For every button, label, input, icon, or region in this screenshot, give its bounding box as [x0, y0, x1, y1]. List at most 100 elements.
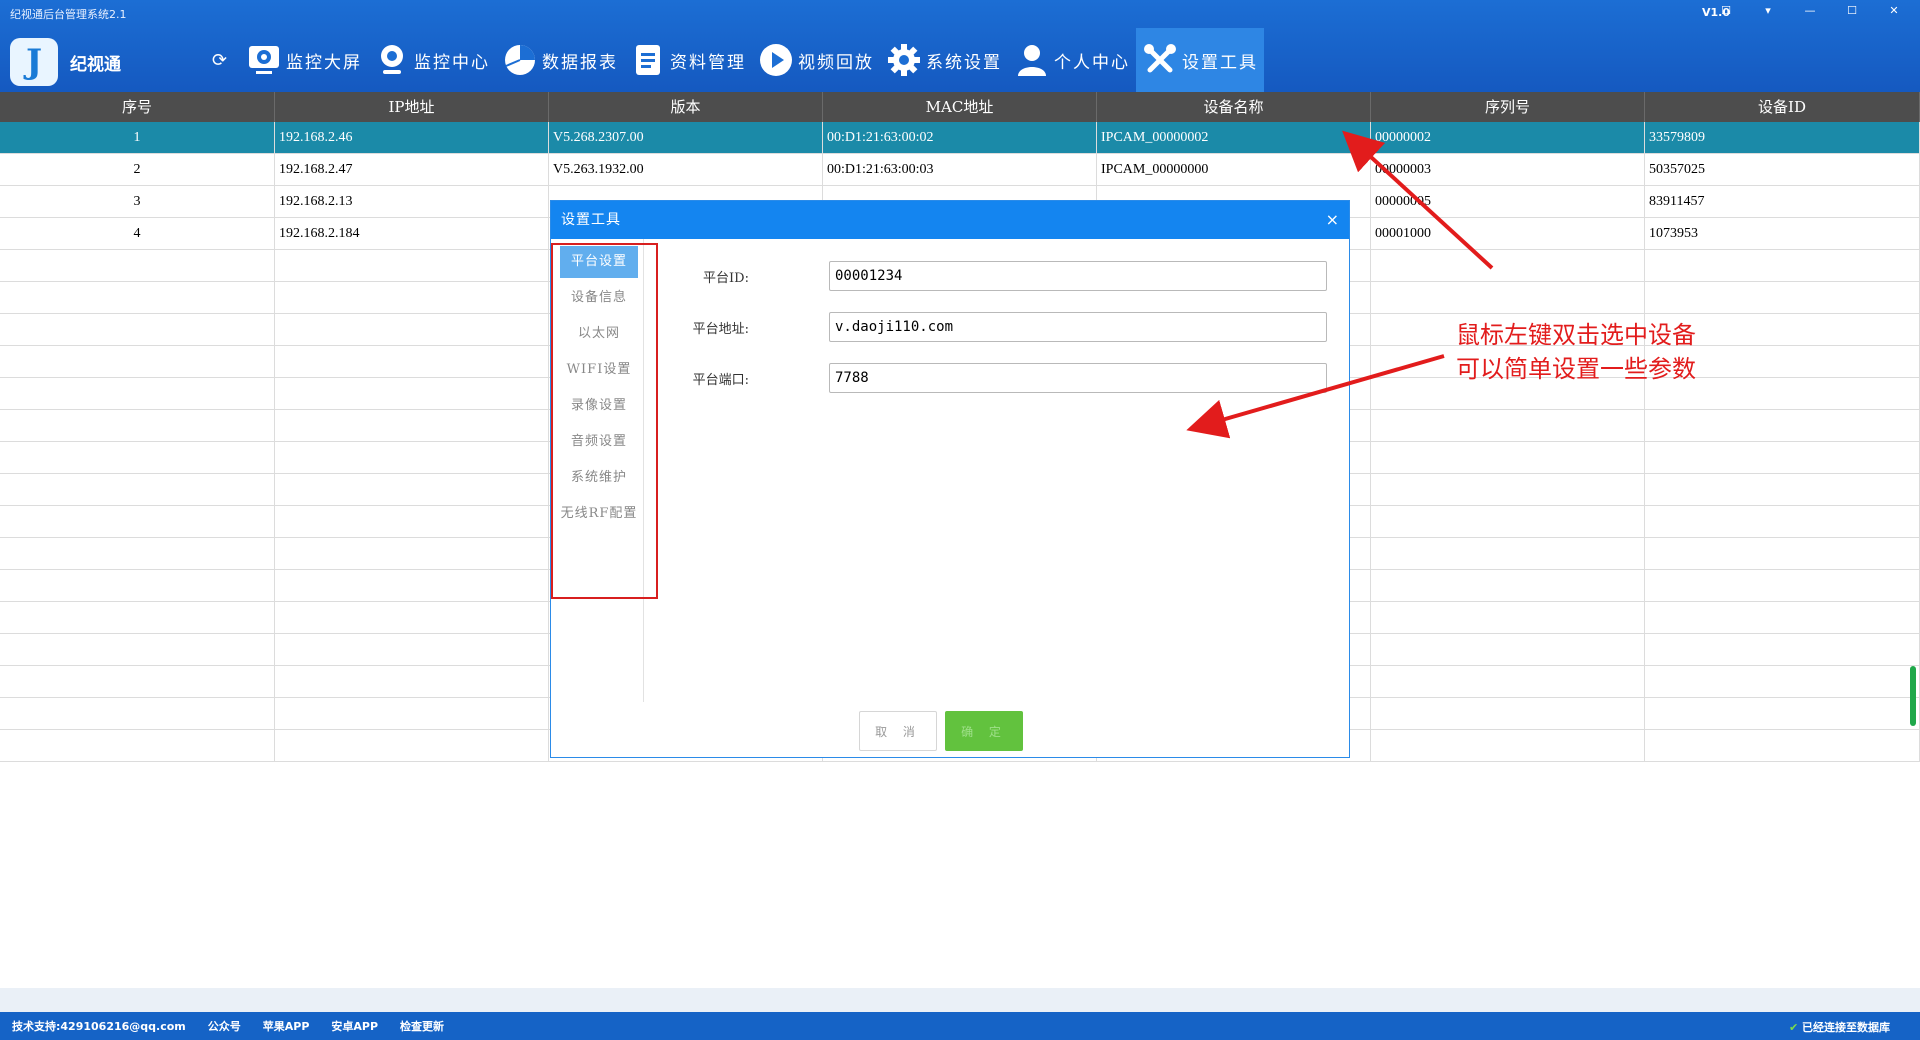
- table-row[interactable]: 1 192.168.2.46 V5.268.2307.00 00:D1:21:63:0…: [0, 122, 1920, 154]
- ios-app-link[interactable]: 苹果APP: [263, 1018, 310, 1034]
- nav-label: 监控大屏: [286, 52, 362, 73]
- nav-setup-tools[interactable]: 设置工具: [1136, 28, 1264, 92]
- table-cell: [1371, 410, 1645, 441]
- minimize-button[interactable]: —: [1790, 2, 1830, 20]
- col-header-device-name[interactable]: 设备名称: [1097, 92, 1371, 122]
- nav-personal-center[interactable]: 个人中心: [1008, 28, 1136, 92]
- logo-icon: J: [10, 38, 58, 86]
- table-cell: 4: [0, 218, 275, 249]
- refresh-icon[interactable]: ⟳: [212, 50, 227, 71]
- nav-label: 数据报表: [542, 52, 618, 73]
- nav-data-management[interactable]: 资料管理: [624, 28, 752, 92]
- table-cell: [1645, 474, 1920, 505]
- scrollbar-thumb[interactable]: [1910, 666, 1916, 726]
- table-cell: [0, 698, 275, 729]
- tab-recording-settings[interactable]: 录像设置: [560, 390, 638, 422]
- tab-audio-settings[interactable]: 音频设置: [560, 426, 638, 458]
- table-cell: [275, 442, 549, 473]
- platform-id-field[interactable]: [829, 261, 1327, 291]
- table-cell: 1: [0, 122, 275, 153]
- table-cell: [0, 314, 275, 345]
- col-header-ip[interactable]: IP地址: [275, 92, 549, 122]
- dialog-title: 设置工具: [551, 201, 1349, 239]
- confirm-button[interactable]: 确 定: [945, 711, 1023, 751]
- table-cell: [275, 410, 549, 441]
- table-cell: [275, 282, 549, 313]
- window-title: 纪视通后台管理系统2.1: [10, 8, 127, 21]
- skin-button[interactable]: ☐: [1706, 2, 1746, 20]
- col-header-device-id[interactable]: 设备ID: [1645, 92, 1920, 122]
- table-cell: [275, 378, 549, 409]
- table-cell: [1645, 282, 1920, 313]
- nav-monitor-screen[interactable]: 监控大屏: [240, 28, 368, 92]
- tab-wireless-rf[interactable]: 无线RF配置: [560, 498, 638, 530]
- col-header-serial[interactable]: 序列号: [1371, 92, 1645, 122]
- table-cell: 00:D1:21:63:00:03: [823, 154, 1097, 185]
- app-logo: J 纪视通: [10, 38, 121, 86]
- table-cell: [275, 602, 549, 633]
- table-cell: 2: [0, 154, 275, 185]
- nav-monitor-center[interactable]: 监控中心: [368, 28, 496, 92]
- table-cell: [0, 666, 275, 697]
- check-update-link[interactable]: 检查更新: [400, 1018, 444, 1034]
- table-cell: [1371, 282, 1645, 313]
- table-cell: [275, 250, 549, 281]
- db-connection-status: ✔ 已经连接至数据库: [1788, 1021, 1890, 1034]
- table-cell: [1645, 538, 1920, 569]
- document-icon: [636, 45, 660, 75]
- menu-button[interactable]: ▾: [1748, 2, 1788, 20]
- tab-platform-settings[interactable]: 平台设置: [560, 246, 638, 278]
- table-cell: [1645, 698, 1920, 729]
- table-cell: [0, 730, 275, 761]
- user-icon: [1018, 45, 1046, 76]
- play-icon: [760, 44, 792, 76]
- platform-port-field[interactable]: [829, 363, 1327, 393]
- nav-system-settings[interactable]: 系统设置: [880, 28, 1008, 92]
- col-header-version[interactable]: 版本: [549, 92, 823, 122]
- tab-system-maintenance[interactable]: 系统维护: [560, 462, 638, 494]
- app-name: 纪视通: [70, 54, 121, 75]
- table-cell: 00:D1:21:63:00:02: [823, 122, 1097, 153]
- annotation-line-2: 可以简单设置一些参数: [1456, 355, 1696, 383]
- status-bar: 技术支持:429106216@qq.com 公众号 苹果APP 安卓APP 检查…: [0, 1012, 1920, 1040]
- table-cell: 192.168.2.46: [275, 122, 549, 153]
- table-cell: [275, 474, 549, 505]
- table-cell: [1645, 250, 1920, 281]
- support-contact: 技术支持:429106216@qq.com: [12, 1020, 186, 1033]
- table-cell: [1371, 602, 1645, 633]
- table-cell: [275, 506, 549, 537]
- nav-data-report[interactable]: 数据报表: [496, 28, 624, 92]
- annotation-text: 鼠标左键双击选中设备 可以简单设置一些参数: [1456, 318, 1696, 386]
- table-cell: [0, 378, 275, 409]
- official-account-link[interactable]: 公众号: [208, 1018, 241, 1034]
- table-cell: [1371, 634, 1645, 665]
- nav-video-playback[interactable]: 视频回放: [752, 28, 880, 92]
- monitor-screen-icon: [249, 46, 279, 74]
- col-header-mac[interactable]: MAC地址: [823, 92, 1097, 122]
- maximize-button[interactable]: ☐: [1832, 2, 1872, 20]
- table-cell: [1371, 442, 1645, 473]
- android-app-link[interactable]: 安卓APP: [331, 1018, 378, 1034]
- close-icon[interactable]: ×: [1326, 210, 1339, 229]
- col-header-index[interactable]: 序号: [0, 92, 275, 122]
- tab-wifi-settings[interactable]: WIFI设置: [560, 354, 638, 386]
- table-cell: 00000002: [1371, 122, 1645, 153]
- platform-address-field[interactable]: [829, 312, 1327, 342]
- close-button[interactable]: ✕: [1874, 2, 1914, 20]
- table-cell: [0, 442, 275, 473]
- table-cell: [1371, 730, 1645, 761]
- camera-icon: [381, 45, 403, 74]
- table-cell: [1645, 570, 1920, 601]
- table-cell: [275, 314, 549, 345]
- table-cell: 192.168.2.184: [275, 218, 549, 249]
- table-cell: V5.268.2307.00: [549, 122, 823, 153]
- table-cell: [0, 346, 275, 377]
- nav-label: 资料管理: [670, 52, 746, 73]
- cancel-button[interactable]: 取 消: [859, 711, 937, 751]
- table-cell: [1371, 506, 1645, 537]
- table-cell: [0, 538, 275, 569]
- tab-ethernet[interactable]: 以太网: [560, 318, 638, 350]
- tab-device-info[interactable]: 设备信息: [560, 282, 638, 314]
- nav-label: 设置工具: [1182, 52, 1258, 73]
- table-row[interactable]: 2 192.168.2.47 V5.263.1932.00 00:D1:21:63:0…: [0, 154, 1920, 186]
